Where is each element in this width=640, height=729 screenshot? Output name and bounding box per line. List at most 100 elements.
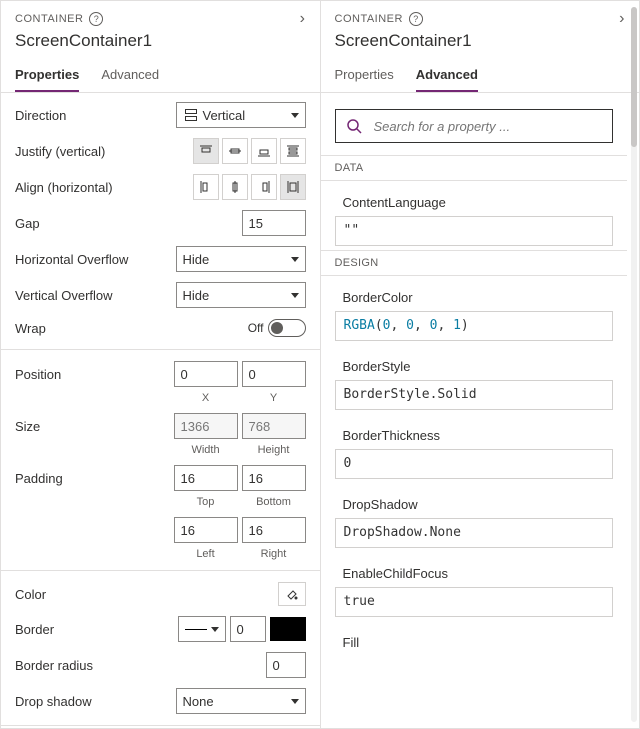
property-value[interactable]: true — [335, 587, 614, 617]
property-name[interactable]: DropShadow — [335, 491, 614, 518]
padding-top-sublabel: Top — [174, 496, 238, 508]
padding-label: Padding — [15, 471, 174, 486]
align-label: Align (horizontal) — [15, 180, 193, 195]
padding-bottom-input[interactable] — [242, 465, 306, 491]
control-type-label: CONTAINER — [335, 13, 403, 25]
advanced-property: EnableChildFocustrue — [321, 552, 628, 621]
direction-icon — [183, 109, 199, 121]
size-width-input[interactable] — [174, 413, 238, 439]
size-label: Size — [15, 419, 174, 434]
advanced-property: BorderThickness0 — [321, 414, 628, 483]
v-overflow-label: Vertical Overflow — [15, 288, 176, 303]
tab-advanced[interactable]: Advanced — [101, 61, 159, 92]
control-type-row: CONTAINER ? › — [335, 11, 626, 27]
control-name: ScreenContainer1 — [335, 31, 626, 51]
justify-start-button[interactable] — [193, 138, 219, 164]
align-start-button[interactable] — [193, 174, 219, 200]
padding-top-input[interactable] — [174, 465, 238, 491]
tabs: Properties Advanced — [1, 61, 320, 93]
property-name[interactable]: ContentLanguage — [335, 189, 614, 216]
align-end-button[interactable] — [251, 174, 277, 200]
property-name[interactable]: BorderColor — [335, 284, 614, 311]
property-search[interactable] — [335, 109, 614, 143]
property-value[interactable]: 0 — [335, 449, 614, 479]
chevron-down-icon — [291, 293, 299, 298]
direction-select[interactable]: Vertical — [176, 102, 306, 128]
property-value[interactable]: "" — [335, 216, 614, 246]
advanced-property: BorderStyleBorderStyle.Solid — [321, 345, 628, 414]
chevron-down-icon — [291, 113, 299, 118]
category-header: DESIGN — [321, 250, 628, 276]
control-name: ScreenContainer1 — [15, 31, 306, 51]
category-header: DATA — [321, 155, 628, 181]
color-picker[interactable] — [278, 582, 306, 606]
tab-properties[interactable]: Properties — [335, 61, 394, 92]
property-name[interactable]: Fill — [335, 629, 614, 656]
property-name[interactable]: BorderStyle — [335, 353, 614, 380]
advanced-property: BorderColorRGBA(0, 0, 0, 1) — [321, 276, 628, 345]
position-label: Position — [15, 367, 174, 382]
drop-shadow-select[interactable]: None — [176, 688, 306, 714]
padding-right-input[interactable] — [242, 517, 306, 543]
tab-advanced[interactable]: Advanced — [416, 61, 478, 92]
property-value[interactable]: DropShadow.None — [335, 518, 614, 548]
h-overflow-label: Horizontal Overflow — [15, 252, 176, 267]
align-stretch-button[interactable] — [280, 174, 306, 200]
chevron-down-icon — [211, 627, 219, 632]
border-color-picker[interactable] — [270, 617, 306, 641]
h-overflow-select[interactable]: Hide — [176, 246, 306, 272]
position-y-sublabel: Y — [242, 392, 306, 404]
position-x-sublabel: X — [174, 392, 238, 404]
v-overflow-select[interactable]: Hide — [176, 282, 306, 308]
fill-icon — [285, 587, 299, 601]
control-type-label: CONTAINER — [15, 13, 83, 25]
wrap-toggle[interactable] — [268, 319, 306, 337]
justify-label: Justify (vertical) — [15, 144, 193, 159]
justify-center-button[interactable] — [222, 138, 248, 164]
border-label: Border — [15, 622, 178, 637]
tabs: Properties Advanced — [321, 61, 640, 93]
padding-bottom-sublabel: Bottom — [242, 496, 306, 508]
property-value[interactable]: BorderStyle.Solid — [335, 380, 614, 410]
drop-shadow-label: Drop shadow — [15, 694, 176, 709]
align-group — [193, 174, 306, 200]
control-type-row: CONTAINER ? › — [15, 11, 306, 27]
border-thickness-input[interactable] — [230, 616, 266, 642]
padding-left-input[interactable] — [174, 517, 238, 543]
scrollbar[interactable] — [631, 7, 637, 722]
justify-end-button[interactable] — [251, 138, 277, 164]
border-radius-input[interactable] — [266, 652, 306, 678]
position-x-input[interactable] — [174, 361, 238, 387]
advanced-property: DropShadowDropShadow.None — [321, 483, 628, 552]
tab-properties[interactable]: Properties — [15, 61, 79, 92]
chevron-right-icon[interactable]: › — [619, 11, 625, 27]
padding-left-sublabel: Left — [174, 548, 238, 560]
border-style-select[interactable] — [178, 616, 226, 642]
align-center-button[interactable] — [222, 174, 248, 200]
properties-panel: CONTAINER ? › ScreenContainer1 Propertie… — [1, 1, 321, 728]
size-h-sublabel: Height — [242, 444, 306, 456]
advanced-property: ContentLanguage"" — [321, 181, 628, 250]
property-search-input[interactable] — [372, 118, 603, 135]
scrollbar-thumb[interactable] — [631, 7, 637, 147]
chevron-down-icon — [291, 257, 299, 262]
property-name[interactable]: BorderThickness — [335, 422, 614, 449]
search-icon — [346, 118, 362, 134]
property-name[interactable]: EnableChildFocus — [335, 560, 614, 587]
help-icon[interactable]: ? — [409, 12, 423, 26]
color-label: Color — [15, 587, 278, 602]
size-height-input[interactable] — [242, 413, 306, 439]
gap-label: Gap — [15, 216, 242, 231]
property-value[interactable]: RGBA(0, 0, 0, 1) — [335, 311, 614, 341]
direction-label: Direction — [15, 108, 176, 123]
gap-input[interactable] — [242, 210, 306, 236]
chevron-right-icon[interactable]: › — [300, 11, 306, 27]
wrap-state: Off — [248, 321, 264, 335]
justify-space-button[interactable] — [280, 138, 306, 164]
advanced-panel: CONTAINER ? › ScreenContainer1 Propertie… — [321, 1, 640, 728]
border-radius-label: Border radius — [15, 658, 266, 673]
justify-group — [193, 138, 306, 164]
position-y-input[interactable] — [242, 361, 306, 387]
size-w-sublabel: Width — [174, 444, 238, 456]
help-icon[interactable]: ? — [89, 12, 103, 26]
